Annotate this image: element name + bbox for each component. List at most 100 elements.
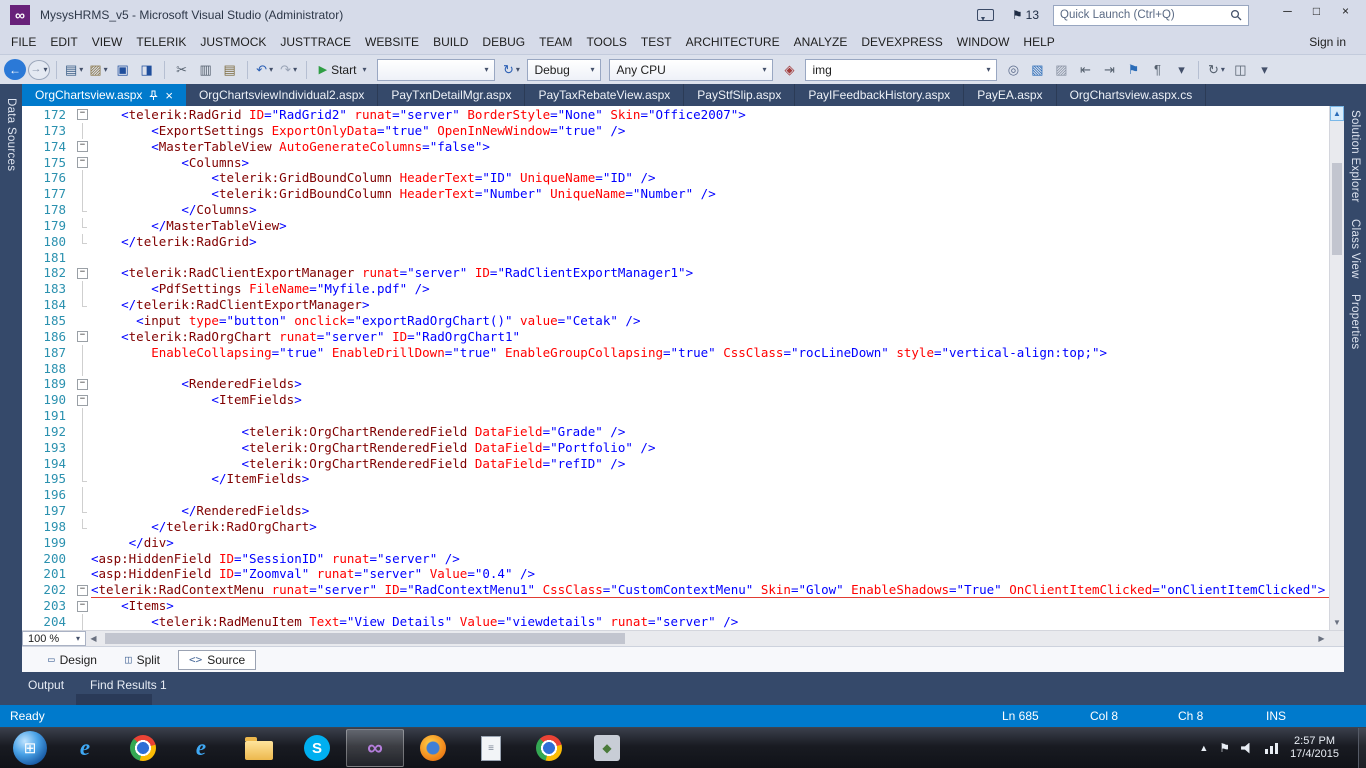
code-line[interactable]: 190 <ItemFields> (22, 392, 1329, 408)
pin-icon[interactable] (149, 90, 159, 101)
new-file-icon[interactable]: ▤ ▾ (63, 59, 85, 81)
menu-item-help[interactable]: HELP (1016, 30, 1061, 54)
action-center-flag-icon[interactable]: ⚑ (1219, 741, 1230, 755)
side-tab-data-sources[interactable]: Data Sources (5, 98, 17, 171)
copy-icon[interactable]: ▥ (195, 59, 217, 81)
code-line[interactable]: 185 <input type="button" onclick="export… (22, 313, 1329, 329)
code-line[interactable]: 179 </MasterTableView> (22, 217, 1329, 234)
menu-item-justtrace[interactable]: JUSTTRACE (273, 30, 358, 54)
menu-item-view[interactable]: VIEW (85, 30, 130, 54)
toolbar-options-chevron-icon[interactable]: ▾ (1253, 59, 1275, 81)
view-source-button[interactable]: <> Source (177, 649, 257, 670)
code-line[interactable]: 197 </RenderedFields> (22, 503, 1329, 519)
code-line[interactable]: 194 <telerik:OrgChartRenderedField DataF… (22, 455, 1329, 472)
code-line[interactable]: 199 </div> (22, 535, 1329, 551)
code-line[interactable]: 193 <telerik:OrgChartRenderedField DataF… (22, 439, 1329, 456)
menu-item-telerik[interactable]: TELERIK (129, 30, 193, 54)
code-line[interactable]: 187 EnableCollapsing="true" EnableDrillD… (22, 344, 1329, 361)
menu-item-analyze[interactable]: ANALYZE (787, 30, 855, 54)
fold-toggle-icon[interactable] (74, 329, 91, 345)
menu-item-build[interactable]: BUILD (426, 30, 475, 54)
extension-icon[interactable]: ◈ (778, 59, 800, 81)
document-tab-payifeedbackhistory-aspx[interactable]: PayIFeedbackHistory.aspx (795, 84, 965, 106)
volume-icon[interactable] (1241, 742, 1250, 754)
code-line[interactable]: 184 </telerik:RadClientExportManager> (22, 297, 1329, 313)
document-tab-orgchartsview-aspx-cs[interactable]: OrgChartsview.aspx.cs (1057, 84, 1207, 106)
code-line[interactable]: 172 <telerik:RadGrid ID="RadGrid2" runat… (22, 107, 1329, 123)
sign-in-link[interactable]: Sign in (1309, 35, 1346, 49)
code-line[interactable]: 175 <Columns> (22, 155, 1329, 171)
configuration-combo[interactable]: Debug ▾ (527, 58, 602, 81)
view-design-button[interactable]: ▭ Design (38, 651, 107, 669)
menu-item-architecture[interactable]: ARCHITECTURE (679, 30, 787, 54)
code-lines[interactable]: 172 <telerik:RadGrid ID="RadGrid2" runat… (22, 106, 1329, 630)
taskbar-internet-explorer-button[interactable]: e (56, 729, 114, 767)
network-icon[interactable] (1265, 742, 1280, 754)
menu-item-test[interactable]: TEST (634, 30, 679, 54)
search-combo[interactable]: img ▾ (805, 58, 998, 81)
scroll-left-button[interactable]: ◀ (86, 631, 101, 646)
fold-toggle-icon[interactable] (74, 392, 91, 408)
code-line[interactable]: 174 <MasterTableView AutoGenerateColumns… (22, 139, 1329, 155)
menu-item-devexpress[interactable]: DEVEXPRESS (854, 30, 949, 54)
vertical-scroll-track[interactable] (1330, 121, 1344, 615)
taskbar-skype-button[interactable]: S (288, 729, 346, 767)
side-tab-class-view[interactable]: Class View (1349, 219, 1361, 279)
code-line[interactable]: 182 <telerik:RadClientExportManager runa… (22, 265, 1329, 281)
fold-toggle-icon[interactable] (74, 376, 91, 392)
document-tab-orgchartsview-aspx[interactable]: OrgChartsview.aspx × (22, 84, 186, 106)
code-line[interactable]: 200 <asp:HiddenField ID="SessionID" runat… (22, 551, 1329, 567)
decrease-indent-icon[interactable]: ⇤ (1074, 59, 1096, 81)
menu-item-debug[interactable]: DEBUG (475, 30, 532, 54)
save-icon[interactable]: ▣ (112, 59, 134, 81)
platform-combo[interactable]: Any CPU ▾ (609, 58, 774, 81)
fold-toggle-icon[interactable] (74, 265, 91, 281)
open-file-icon[interactable]: ▨ ▾ (87, 59, 109, 81)
undo-icon[interactable]: ↶ ▾ (254, 59, 276, 81)
menu-item-edit[interactable]: EDIT (43, 30, 84, 54)
document-tab-paytxndetailmgr-aspx[interactable]: PayTxnDetailMgr.aspx (378, 84, 526, 106)
code-line[interactable]: 202<telerik:RadContextMenu runat="server… (22, 582, 1329, 599)
refresh-icon[interactable]: ↻ ▾ (500, 59, 522, 81)
taskbar-chrome-button[interactable] (114, 729, 172, 767)
code-line[interactable]: 191 (22, 408, 1329, 424)
scroll-down-button[interactable]: ▼ (1330, 615, 1344, 630)
fold-toggle-icon[interactable] (74, 107, 91, 123)
fold-toggle-icon[interactable] (74, 139, 91, 155)
code-line[interactable]: 201 <asp:HiddenField ID="Zoomval" runat="… (22, 566, 1329, 582)
paste-icon[interactable]: ▤ (219, 59, 241, 81)
taskbar-clock[interactable]: 2:57 PM 17/4/2015 (1290, 735, 1339, 761)
navigate-forward-icon[interactable]: → ▾ (28, 59, 50, 80)
code-line[interactable]: 192 <telerik:OrgChartRenderedField DataF… (22, 423, 1329, 440)
comment-icon[interactable]: ▧ (1026, 59, 1048, 81)
menu-item-website[interactable]: WEBSITE (358, 30, 426, 54)
vertical-scroll-thumb[interactable] (1332, 163, 1342, 255)
window-layout-icon[interactable]: ◫ (1229, 59, 1251, 81)
browser-link-refresh-icon[interactable]: ↻ ▾ (1205, 59, 1227, 81)
show-hidden-icons-chevron[interactable]: ▲ (1199, 743, 1208, 753)
side-tab-solution-explorer[interactable]: Solution Explorer (1349, 110, 1361, 203)
code-line[interactable]: 189 <RenderedFields> (22, 376, 1329, 392)
zoom-selector[interactable]: 100 % ▾ (22, 631, 86, 646)
menu-item-window[interactable]: WINDOW (950, 30, 1017, 54)
maximize-button[interactable]: □ (1302, 0, 1331, 21)
taskbar-text-editor-button[interactable]: ≡ (462, 729, 520, 767)
fold-toggle-icon[interactable] (74, 155, 91, 171)
fold-toggle-icon[interactable] (74, 582, 91, 598)
taskbar-internet-explorer-2-button[interactable]: e (172, 729, 230, 767)
menu-item-team[interactable]: TEAM (532, 30, 579, 54)
start-debugging-button[interactable]: ▶ Start ▾ (313, 59, 373, 81)
horizontal-scroll-track[interactable] (101, 631, 1314, 646)
side-tab-properties[interactable]: Properties (1349, 294, 1361, 349)
panel-tab-output[interactable]: Output (28, 678, 64, 705)
scroll-up-button[interactable]: ▲ (1330, 106, 1344, 121)
increase-indent-icon[interactable]: ⇥ (1098, 59, 1120, 81)
taskbar-chrome-2-button[interactable] (520, 729, 578, 767)
code-line[interactable]: 188 (22, 360, 1329, 377)
code-line[interactable]: 173 <ExportSettings ExportOnlyData="true… (22, 122, 1329, 139)
find-in-files-icon[interactable]: ◎ (1002, 59, 1024, 81)
code-line[interactable]: 180 </telerik:RadGrid> (22, 233, 1329, 250)
code-editor[interactable]: 172 <telerik:RadGrid ID="RadGrid2" runat… (22, 106, 1344, 630)
quick-launch-input[interactable]: Quick Launch (Ctrl+Q) (1053, 4, 1249, 26)
taskbar-visual-studio-button[interactable]: ∞ (346, 729, 404, 767)
